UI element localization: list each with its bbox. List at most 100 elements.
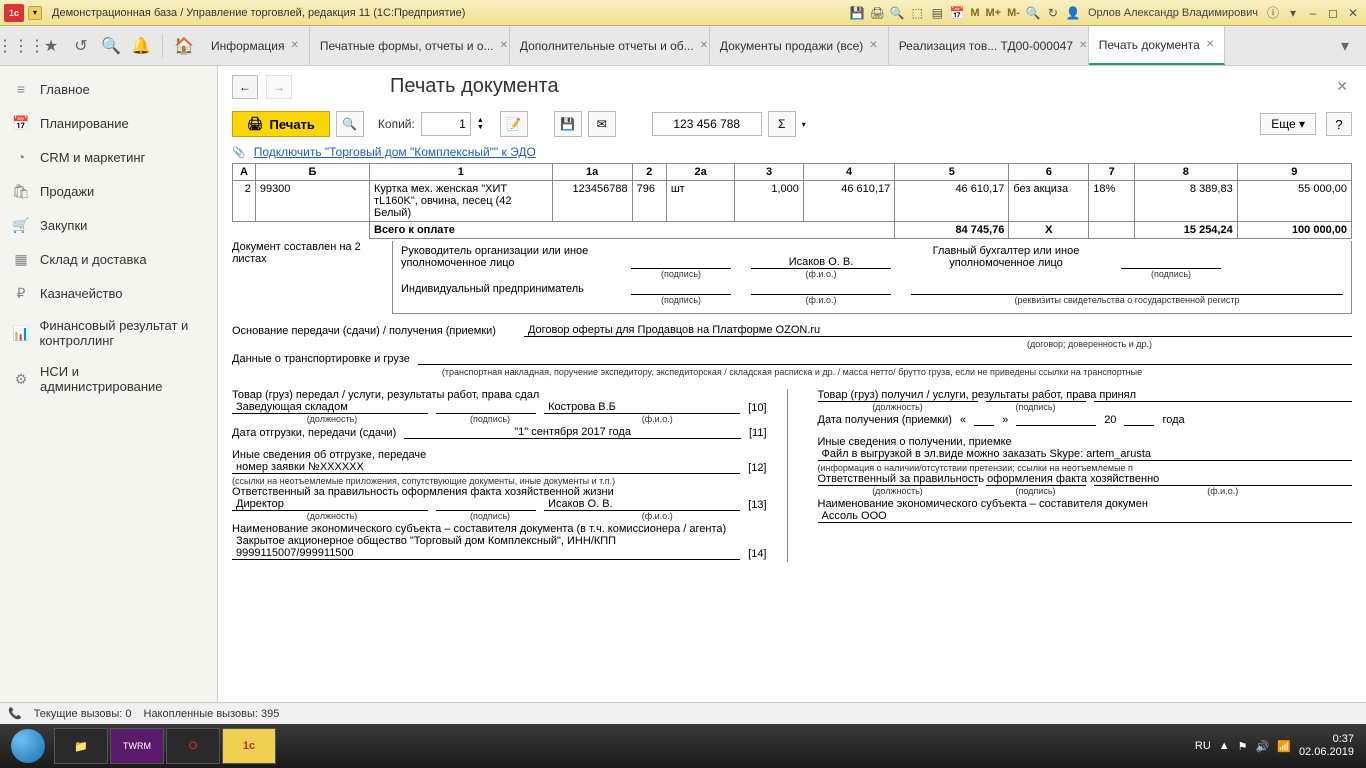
zoom-icon[interactable]: 🔍 xyxy=(1024,4,1042,22)
sidebar-item-sales[interactable]: 🛍Продажи xyxy=(0,174,217,208)
minimize-icon[interactable]: – xyxy=(1304,4,1322,22)
tabs-menu-icon[interactable]: ▾ xyxy=(1332,33,1358,59)
calendar-icon[interactable]: 📅 xyxy=(948,4,966,22)
search-icon[interactable]: 🔍 xyxy=(98,33,124,59)
ruble-icon: ₽ xyxy=(12,284,30,302)
copies-down[interactable]: ▼ xyxy=(477,124,484,131)
maximize-icon[interactable]: ◻ xyxy=(1324,4,1342,22)
tab-print-document[interactable]: Печать документа✕ xyxy=(1089,26,1226,65)
menu-icon: ≡ xyxy=(12,80,30,98)
print-button[interactable]: 🖨Печать xyxy=(232,111,330,137)
sidebar-item-planning[interactable]: 📅Планирование xyxy=(0,106,217,140)
tray-volume-icon[interactable]: 📶 xyxy=(1277,740,1291,753)
preview-button[interactable]: 🔍 xyxy=(336,111,364,137)
col-header: 2а xyxy=(666,164,735,181)
tab-close-icon[interactable]: ✕ xyxy=(869,40,877,51)
document-area: А Б 1 1а 2 2а 3 4 5 6 7 8 9 2 99300 xyxy=(218,163,1366,702)
tray-network-icon[interactable]: 🔊 xyxy=(1256,740,1270,753)
tab-print-forms[interactable]: Печатные формы, отчеты и о...✕ xyxy=(310,26,510,65)
sidebar-item-purchases[interactable]: 🛒Закупки xyxy=(0,208,217,242)
help-button[interactable]: ? xyxy=(1326,112,1352,136)
col-header: 9 xyxy=(1237,164,1351,181)
task-opera[interactable]: O xyxy=(166,728,220,764)
head-label: Руководитель организации или иное уполно… xyxy=(401,245,611,269)
start-button[interactable] xyxy=(4,728,52,764)
print-icon[interactable]: 🖨 xyxy=(868,4,886,22)
col-header: 5 xyxy=(895,164,1009,181)
number-field[interactable] xyxy=(652,112,762,136)
sidebar-item-treasury[interactable]: ₽ Казначейство xyxy=(0,276,217,310)
forward-button[interactable]: → xyxy=(266,75,292,99)
content: ← → Печать документа ✕ 🖨Печать 🔍 Копий: … xyxy=(218,66,1366,702)
tab-realization[interactable]: Реализация тов... ТД00-000047✕ xyxy=(889,26,1089,65)
col-header: Б xyxy=(255,164,369,181)
copies-up[interactable]: ▲ xyxy=(477,117,484,124)
tray-clock[interactable]: 0:37 02.06.2019 xyxy=(1299,733,1354,759)
page-close-icon[interactable]: ✕ xyxy=(1332,74,1352,99)
col-header: 3 xyxy=(735,164,804,181)
tab-close-icon[interactable]: ✕ xyxy=(500,40,508,51)
sidebar: ≡Главное 📅Планирование ◔CRM и маркетинг … xyxy=(0,66,218,702)
tray-action-icon[interactable]: ⚑ xyxy=(1238,740,1248,753)
sidebar-item-main[interactable]: ≡Главное xyxy=(0,72,217,106)
document-table: А Б 1 1а 2 2а 3 4 5 6 7 8 9 2 99300 xyxy=(232,163,1352,239)
history-icon[interactable]: ↺ xyxy=(68,33,94,59)
close-icon[interactable]: ✕ xyxy=(1344,4,1362,22)
preview-icon[interactable]: 🔍 xyxy=(888,4,906,22)
task-1c[interactable]: 1c xyxy=(222,728,276,764)
sidebar-item-label: Казначейство xyxy=(40,286,122,301)
tab-close-icon[interactable]: ✕ xyxy=(700,40,708,51)
more-button[interactable]: Еще ▾ xyxy=(1260,113,1316,135)
edit-button[interactable]: 📝 xyxy=(500,111,528,137)
tab-additional-reports[interactable]: Дополнительные отчеты и об...✕ xyxy=(510,26,710,65)
col-header: 6 xyxy=(1009,164,1089,181)
app-icon: TWRM xyxy=(123,741,151,751)
col-header: 2 xyxy=(632,164,666,181)
titlebar: 1c ▾ Демонстрационная база / Управление … xyxy=(0,0,1366,26)
taskbar: 📁 TWRM O 1c RU ▲ ⚑ 🔊 📶 0:37 02.06.2019 xyxy=(0,724,1366,768)
home-icon[interactable]: 🏠 xyxy=(171,33,197,59)
tab-close-icon[interactable]: ✕ xyxy=(1079,40,1087,51)
tab-information[interactable]: Информация✕ xyxy=(201,26,310,65)
memory-m[interactable]: M xyxy=(968,7,981,19)
sidebar-item-crm[interactable]: ◔CRM и маркетинг xyxy=(0,140,217,174)
sidebar-item-finance[interactable]: 📊Финансовый результат и контроллинг xyxy=(0,310,217,356)
save-icon[interactable]: 💾 xyxy=(848,4,866,22)
link-icon: 📎 xyxy=(232,146,246,159)
dropdown-icon[interactable]: ▾ xyxy=(1284,4,1302,22)
sum-dropdown-icon[interactable]: ▾ xyxy=(802,120,806,129)
memory-m-minus[interactable]: M- xyxy=(1005,7,1022,19)
tab-sales-documents[interactable]: Документы продажи (все)✕ xyxy=(710,26,889,65)
calc-icon[interactable]: ▤ xyxy=(928,4,946,22)
tab-close-icon[interactable]: ✕ xyxy=(1206,39,1214,50)
copies-input[interactable] xyxy=(421,112,471,136)
sidebar-item-nsi[interactable]: ⚙НСИ и администрирование xyxy=(0,356,217,402)
compare-icon[interactable]: ⬚ xyxy=(908,4,926,22)
tab-close-icon[interactable]: ✕ xyxy=(290,40,298,51)
save-button[interactable]: 💾 xyxy=(554,111,582,137)
refresh-icon[interactable]: ↻ xyxy=(1044,4,1062,22)
tabs: Информация✕ Печатные формы, отчеты и о..… xyxy=(201,26,1328,65)
sum-button[interactable]: Σ xyxy=(768,111,796,137)
star-icon[interactable]: ★ xyxy=(38,33,64,59)
left-header: Товар (груз) передал / услуги, результат… xyxy=(232,389,767,401)
copies-label: Копий: xyxy=(378,117,415,131)
mail-button[interactable]: ✉ xyxy=(588,111,616,137)
sidebar-item-warehouse[interactable]: ▦Склад и доставка xyxy=(0,242,217,276)
right-header: Товар (груз) получил / услуги, результат… xyxy=(818,389,1353,401)
edo-link[interactable]: Подключить "Торговый дом "Комплексный"" … xyxy=(254,145,536,159)
back-button[interactable]: ← xyxy=(232,75,258,99)
printer-icon: 🖨 xyxy=(247,116,264,132)
task-explorer[interactable]: 📁 xyxy=(54,728,108,764)
1c-icon: 1c xyxy=(243,740,255,752)
bell-icon[interactable]: 🔔 xyxy=(128,33,154,59)
info-icon[interactable]: ⓘ xyxy=(1264,4,1282,22)
memory-m-plus[interactable]: M+ xyxy=(984,7,1004,19)
titlebar-dropdown[interactable]: ▾ xyxy=(28,6,42,20)
apps-icon[interactable]: ⋮⋮⋮ xyxy=(8,33,34,59)
tray-flag-icon[interactable]: ▲ xyxy=(1219,740,1230,752)
lang-indicator[interactable]: RU xyxy=(1195,740,1211,752)
grid-icon: ▦ xyxy=(12,250,30,268)
col-header: 7 xyxy=(1089,164,1135,181)
task-app[interactable]: TWRM xyxy=(110,728,164,764)
